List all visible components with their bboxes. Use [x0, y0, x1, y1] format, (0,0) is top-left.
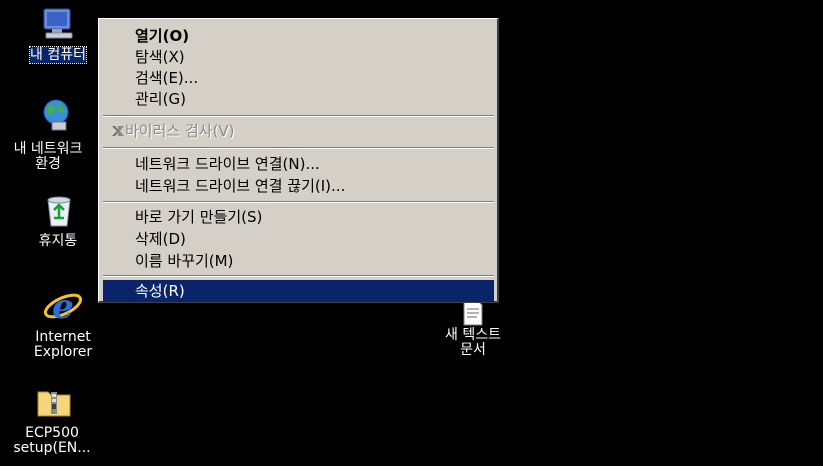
desktop-icon-my-computer[interactable]: 내 컴퓨터	[10, 8, 106, 68]
desktop-icon-label: 새 텍스트 문서	[445, 327, 501, 358]
context-menu: 열기(O) 탐색(X) 검색(E)... 관리(G) 바이러스 검사(V) 네트…	[98, 18, 499, 303]
menu-item-manage[interactable]: 관리(G)	[103, 88, 494, 110]
menu-item-open[interactable]: 열기(O)	[103, 25, 494, 47]
desktop-icon-label: ECP500 setup(EN...	[13, 425, 91, 456]
recycle-bin-icon	[47, 196, 71, 227]
desktop-icon-label: 내 네트워크 환경	[13, 141, 83, 172]
svg-text:e: e	[52, 288, 74, 324]
desktop-icon-new-text-document[interactable]: 새 텍스트 문서	[425, 300, 521, 370]
menu-item-create-shortcut[interactable]: 바로 가기 만들기(S)	[103, 206, 494, 228]
desktop-icon-ecp500-setup[interactable]: ECP500 setup(EN...	[4, 386, 100, 466]
zip-folder-icon	[37, 391, 71, 417]
menu-separator	[103, 115, 494, 117]
menu-separator	[103, 201, 494, 203]
menu-item-search[interactable]: 검색(E)...	[103, 67, 494, 89]
my-computer-icon	[43, 8, 73, 39]
desktop-icon-label: Internet Explorer	[33, 329, 93, 360]
desktop-icon-label: 휴지통	[38, 233, 78, 249]
menu-item-map-network-drive[interactable]: 네트워크 드라이브 연결(N)...	[103, 153, 494, 175]
menu-separator	[103, 275, 494, 277]
menu-item-disconnect-network-drive[interactable]: 네트워크 드라이브 연결 끊기(I)...	[103, 175, 494, 197]
desktop-icon-internet-explorer[interactable]: e Internet Explorer	[15, 288, 111, 368]
menu-item-properties[interactable]: 속성(R)	[103, 280, 494, 302]
menu-separator	[103, 147, 494, 149]
desktop-icon-label: 내 컴퓨터	[29, 46, 87, 64]
text-document-icon	[463, 300, 483, 326]
network-places-icon	[43, 99, 69, 131]
antivirus-icon	[112, 126, 124, 136]
menu-item-label: 바이러스 검사(V)	[125, 122, 235, 140]
desktop-icon-network-places[interactable]: 내 네트워크 환경	[0, 98, 96, 178]
desktop-icon-recycle-bin[interactable]: 휴지통	[10, 194, 106, 254]
menu-item-explore[interactable]: 탐색(X)	[103, 46, 494, 68]
menu-item-rename[interactable]: 이름 바꾸기(M)	[103, 250, 494, 272]
menu-item-virus-scan[interactable]: 바이러스 검사(V)	[103, 120, 494, 142]
menu-item-delete[interactable]: 삭제(D)	[103, 228, 494, 250]
internet-explorer-icon: e	[43, 288, 83, 324]
